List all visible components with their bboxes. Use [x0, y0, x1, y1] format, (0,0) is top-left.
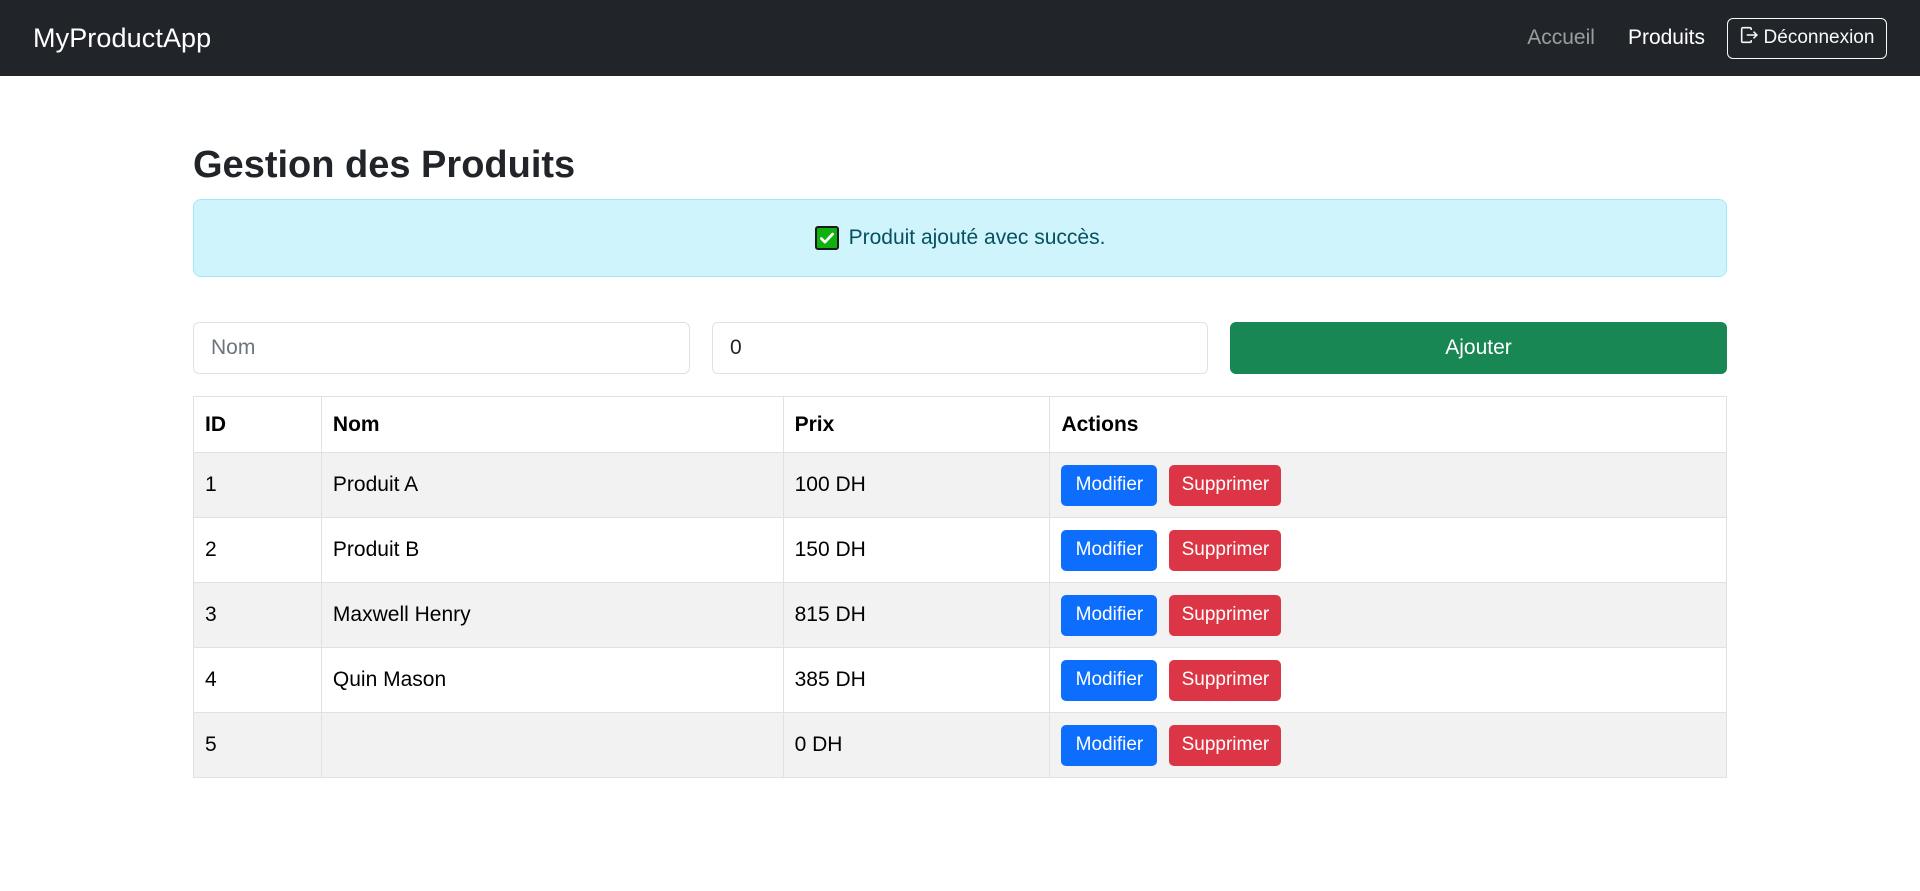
cell-id: 5	[193, 712, 322, 778]
edit-button[interactable]: Modifier	[1061, 724, 1158, 766]
cell-name: Produit B	[320, 517, 784, 583]
nav-links: Accueil Produits Déconnexion	[1527, 17, 1887, 59]
cell-actions: Modifier Supprimer	[1049, 517, 1727, 583]
header-id: ID	[193, 396, 322, 453]
delete-button[interactable]: Supprimer	[1169, 464, 1282, 506]
table-row: 5 0 DH Modifier Supprimer	[193, 712, 1727, 778]
cell-actions: Modifier Supprimer	[1049, 712, 1727, 778]
name-input[interactable]	[193, 322, 690, 374]
cell-id: 4	[193, 647, 322, 713]
page-title: Gestion des Produits	[193, 144, 576, 186]
cell-price: 815 DH	[782, 582, 1051, 648]
check-icon	[814, 226, 839, 250]
add-product-form: Ajouter	[193, 322, 1727, 374]
cell-id: 3	[193, 582, 322, 648]
cell-name	[320, 712, 784, 778]
price-input[interactable]	[712, 322, 1208, 374]
logout-label: Déconnexion	[1763, 27, 1875, 48]
edit-button[interactable]: Modifier	[1061, 659, 1158, 701]
header-prix: Prix	[782, 396, 1051, 453]
cell-price: 150 DH	[782, 517, 1051, 583]
table-row: 2 Produit B 150 DH Modifier Supprimer	[193, 517, 1727, 583]
delete-button[interactable]: Supprimer	[1169, 659, 1282, 701]
header-actions: Actions	[1049, 396, 1727, 453]
navbar: MyProductApp Accueil Produits Déconnexio…	[0, 0, 1920, 76]
cell-price: 100 DH	[782, 452, 1051, 518]
edit-button[interactable]: Modifier	[1061, 594, 1158, 636]
delete-button[interactable]: Supprimer	[1169, 594, 1282, 636]
table-row: 1 Produit A 100 DH Modifier Supprimer	[193, 452, 1727, 518]
delete-button[interactable]: Supprimer	[1169, 529, 1282, 571]
brand-link[interactable]: MyProductApp	[33, 23, 211, 54]
add-button[interactable]: Ajouter	[1230, 322, 1727, 374]
cell-price: 0 DH	[782, 712, 1051, 778]
cell-name: Maxwell Henry	[320, 582, 784, 648]
nav-link-accueil[interactable]: Accueil	[1527, 26, 1595, 50]
alert-message: Produit ajouté avec succès.	[848, 226, 1106, 249]
delete-button[interactable]: Supprimer	[1169, 724, 1282, 766]
table-row: 3 Maxwell Henry 815 DH Modifier Supprimer	[193, 582, 1727, 648]
edit-button[interactable]: Modifier	[1061, 464, 1158, 506]
cell-actions: Modifier Supprimer	[1049, 582, 1727, 648]
success-alert: Produit ajouté avec succès.	[193, 199, 1727, 277]
cell-price: 385 DH	[782, 647, 1051, 713]
logout-icon	[1740, 26, 1758, 50]
edit-button[interactable]: Modifier	[1061, 529, 1158, 571]
cell-actions: Modifier Supprimer	[1049, 647, 1727, 713]
cell-name: Produit A	[320, 452, 784, 518]
table-header-row: ID Nom Prix Actions	[193, 396, 1727, 453]
nav-link-produits[interactable]: Produits	[1628, 26, 1705, 50]
products-table: ID Nom Prix Actions 1 Produit A 100 DH M…	[193, 396, 1727, 778]
cell-id: 1	[193, 452, 322, 518]
cell-id: 2	[193, 517, 322, 583]
table-row: 4 Quin Mason 385 DH Modifier Supprimer	[193, 647, 1727, 713]
logout-button[interactable]: Déconnexion	[1727, 17, 1887, 59]
cell-name: Quin Mason	[320, 647, 784, 713]
cell-actions: Modifier Supprimer	[1049, 452, 1727, 518]
header-nom: Nom	[320, 396, 784, 453]
